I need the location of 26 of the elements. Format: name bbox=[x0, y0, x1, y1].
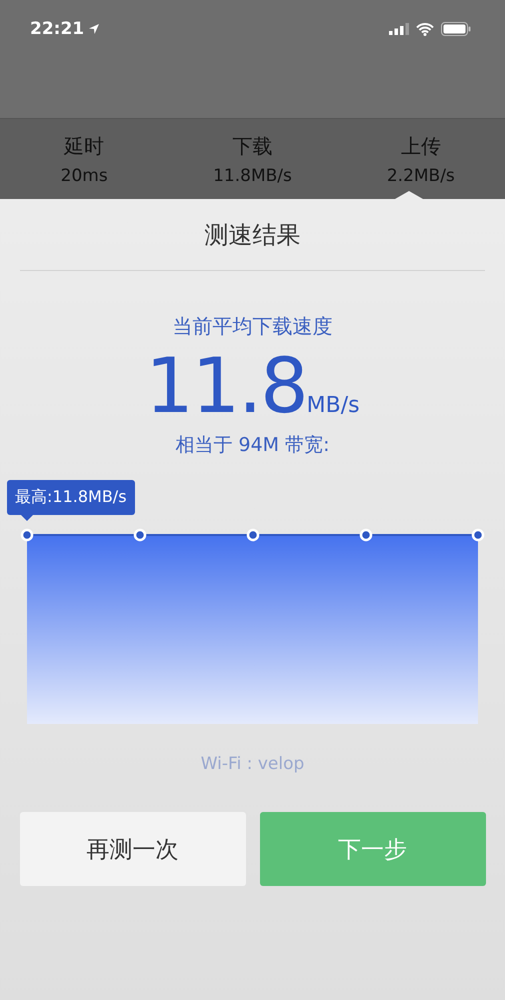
speed-value: 11.8 bbox=[145, 344, 307, 428]
stat-value: 11.8MB/s bbox=[213, 166, 292, 186]
data-point bbox=[134, 528, 146, 542]
pointer-notch-icon bbox=[395, 191, 423, 199]
stat-label: 上传 bbox=[400, 132, 441, 160]
data-point bbox=[20, 528, 34, 542]
stat-label: 下载 bbox=[232, 132, 272, 160]
data-point bbox=[360, 528, 372, 542]
tooltip-pointer-icon bbox=[21, 515, 33, 521]
stat-label: 延时 bbox=[64, 132, 104, 160]
location-arrow-icon bbox=[88, 23, 100, 35]
stat-value: 20ms bbox=[60, 166, 108, 186]
speed-caption: 当前平均下载速度 bbox=[172, 313, 332, 340]
wifi-icon bbox=[416, 22, 434, 36]
bandwidth-text: 相当于 94M 带宽: bbox=[175, 433, 330, 458]
max-tooltip: 最高:11.8MB/s bbox=[7, 480, 135, 515]
sheet-title: 测速结果 bbox=[204, 220, 300, 251]
retest-button[interactable]: 再测一次 bbox=[20, 812, 246, 886]
speed-unit: MB/s bbox=[306, 393, 360, 418]
wifi-name: Wi-Fi : velop bbox=[200, 754, 304, 774]
battery-icon bbox=[441, 22, 471, 36]
stat-value: 2.2MB/s bbox=[386, 166, 455, 186]
data-point bbox=[472, 528, 484, 542]
status-time: 22:21 bbox=[30, 19, 84, 39]
signal-icon bbox=[389, 23, 409, 35]
data-point bbox=[246, 528, 260, 542]
